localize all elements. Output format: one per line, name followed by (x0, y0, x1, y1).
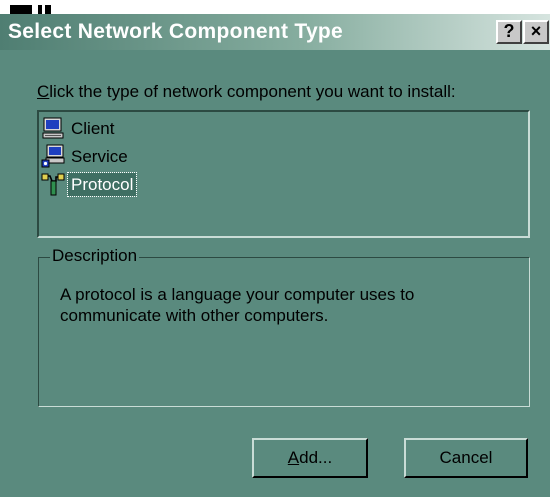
list-item-label: Service (71, 146, 128, 166)
cropped-glyph (10, 5, 32, 14)
cropped-glyph (38, 5, 42, 14)
description-text: A protocol is a language your computer u… (60, 285, 415, 325)
close-button[interactable]: × (523, 20, 549, 44)
dialog-title: Select Network Component Type (8, 20, 344, 43)
instruction-label: Click the type of network component you … (37, 82, 456, 102)
list-item-label: Protocol (66, 171, 138, 197)
protocol-icon (41, 172, 65, 196)
cropped-glyph (45, 5, 51, 14)
description-legend: Description (50, 246, 140, 266)
list-item-protocol[interactable]: Protocol (41, 171, 138, 197)
mnemonic-letter: C (37, 82, 50, 101)
add-button-label: dd... (299, 448, 333, 467)
cancel-button[interactable]: Cancel (404, 438, 528, 478)
list-item-label: Client (71, 118, 115, 138)
description-group (38, 257, 530, 407)
service-icon (41, 144, 65, 168)
help-button[interactable]: ? (496, 20, 522, 44)
add-button[interactable]: Add... (252, 438, 368, 478)
list-item-client[interactable]: Client (41, 115, 117, 141)
mnemonic-letter: A (287, 448, 300, 467)
title-bar[interactable]: Select Network Component Type ? × (0, 14, 550, 50)
component-type-list[interactable]: Client Service Protocol (37, 110, 530, 238)
instruction-text: lick the type of network component you w… (49, 82, 456, 101)
client-icon (41, 116, 65, 140)
list-item-service[interactable]: Service (41, 143, 131, 169)
